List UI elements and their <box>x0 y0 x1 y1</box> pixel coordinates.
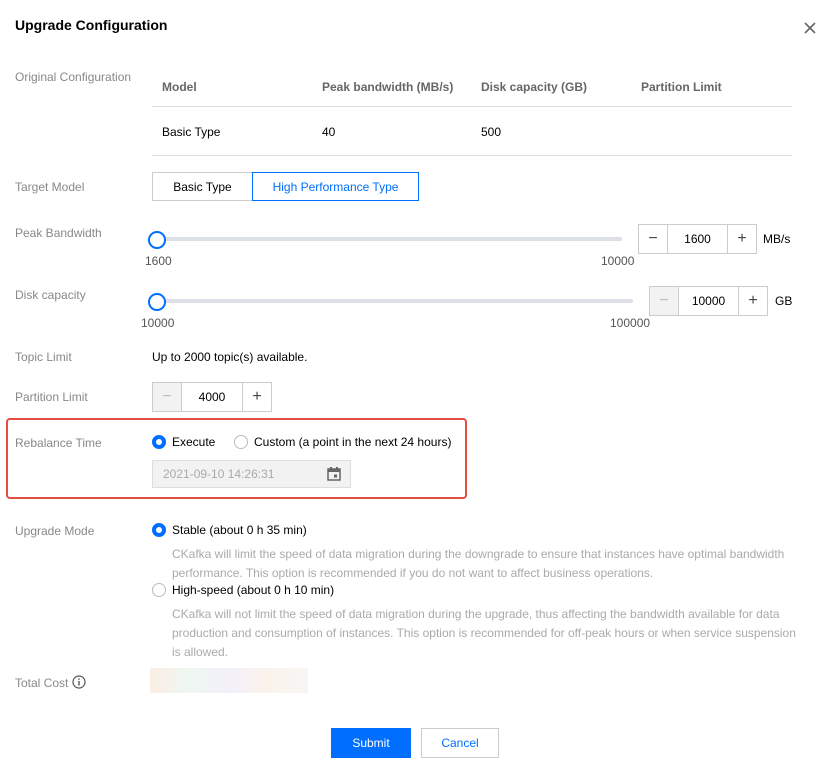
target-model-high-performance-button[interactable]: High Performance Type <box>252 172 419 201</box>
upgrade-mode-stable-label[interactable]: Stable (about 0 h 35 min) <box>172 523 307 537</box>
total-cost-value-blurred <box>150 668 308 693</box>
plus-icon[interactable]: + <box>728 225 756 253</box>
info-icon[interactable] <box>72 675 86 689</box>
table-divider <box>152 106 792 107</box>
disk-unit: GB <box>775 294 793 308</box>
rebalance-time-label: Rebalance Time <box>15 436 102 450</box>
partition-limit-label: Partition Limit <box>15 390 88 404</box>
table-header-model: Model <box>162 80 197 94</box>
upgrade-mode-highspeed-label[interactable]: High-speed (about 0 h 10 min) <box>172 583 334 597</box>
topic-limit-label: Topic Limit <box>15 350 72 364</box>
rebalance-custom-radio[interactable] <box>234 435 248 449</box>
upgrade-mode-stable-radio[interactable] <box>152 523 166 537</box>
bandwidth-slider-min: 1600 <box>145 254 172 268</box>
bandwidth-stepper: − 1600 + <box>638 224 757 254</box>
table-header-disk: Disk capacity (GB) <box>481 80 588 94</box>
submit-button[interactable]: Submit <box>331 728 411 758</box>
table-cell-disk: 500 <box>481 125 502 139</box>
table-cell-model: Basic Type <box>162 125 221 139</box>
plus-icon[interactable]: + <box>739 287 767 315</box>
disk-stepper: − 10000 + <box>649 286 768 316</box>
disk-input[interactable]: 10000 <box>678 287 739 315</box>
datetime-value: 2021-09-10 14:26:31 <box>163 467 275 481</box>
peak-bandwidth-label: Peak Bandwidth <box>15 226 102 240</box>
plus-icon[interactable]: + <box>243 383 271 411</box>
target-model-label: Target Model <box>15 180 85 194</box>
upgrade-mode-highspeed-description: CKafka will not limit the speed of data … <box>172 607 796 659</box>
target-model-basic-button[interactable]: Basic Type <box>152 172 253 201</box>
bandwidth-slider-track[interactable] <box>156 237 622 241</box>
disk-slider-handle[interactable] <box>148 293 166 311</box>
rebalance-execute-label[interactable]: Execute <box>172 435 215 449</box>
topic-limit-value: Up to 2000 topic(s) available. <box>152 350 308 364</box>
table-cell-bandwidth: 40 <box>322 125 336 139</box>
upgrade-mode-label: Upgrade Mode <box>15 524 95 538</box>
dialog-title: Upgrade Configuration <box>15 17 168 33</box>
bandwidth-slider-max: 10000 <box>601 254 635 268</box>
partition-input[interactable]: 4000 <box>181 383 243 411</box>
bandwidth-slider-handle[interactable] <box>148 231 166 249</box>
minus-icon[interactable]: − <box>153 383 181 411</box>
rebalance-datetime-input: 2021-09-10 14:26:31 <box>152 460 351 488</box>
cancel-button[interactable]: Cancel <box>421 728 499 758</box>
calendar-icon <box>326 466 342 482</box>
rebalance-execute-radio[interactable] <box>152 435 166 449</box>
disk-slider-min: 10000 <box>141 316 175 330</box>
upgrade-mode-stable-description: CKafka will limit the speed of data migr… <box>172 547 785 580</box>
upgrade-mode-highspeed-radio[interactable] <box>152 583 166 597</box>
close-icon[interactable] <box>801 19 819 37</box>
bandwidth-unit: MB/s <box>763 232 791 246</box>
table-header-bandwidth: Peak bandwidth (MB/s) <box>322 80 454 94</box>
partition-stepper: − 4000 + <box>152 382 272 412</box>
disk-slider-track[interactable] <box>156 299 633 303</box>
disk-slider-max: 100000 <box>610 316 651 330</box>
bandwidth-input[interactable]: 1600 <box>667 225 728 253</box>
table-bottom-divider <box>152 155 792 156</box>
original-config-label: Original Configuration <box>15 70 132 84</box>
disk-capacity-label: Disk capacity <box>15 288 86 302</box>
total-cost-label: Total Cost <box>15 676 69 690</box>
rebalance-custom-label[interactable]: Custom (a point in the next 24 hours) <box>254 435 451 449</box>
minus-icon[interactable]: − <box>650 287 678 315</box>
minus-icon[interactable]: − <box>639 225 667 253</box>
table-header-partition: Partition Limit <box>641 80 722 94</box>
